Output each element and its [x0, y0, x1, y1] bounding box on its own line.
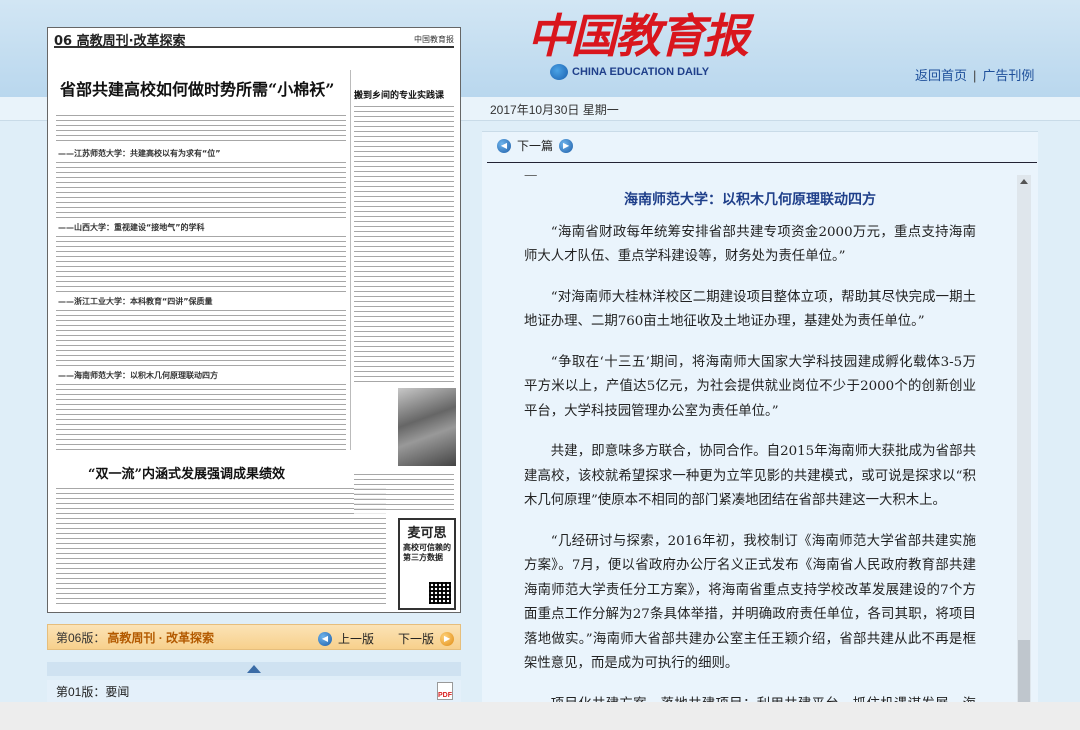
prev-page-label: 上一版 [338, 632, 375, 646]
section-heading-1[interactable]: ——江苏师范大学：共建高校以有为求有“位” [58, 148, 221, 159]
issue-date: 2017年10月30日 星期一 [490, 103, 619, 117]
text-column[interactable] [56, 382, 346, 450]
section-heading-3[interactable]: ——浙江工业大学：本科教育“四讲”保质量 [58, 296, 213, 307]
link-separator: | [973, 68, 977, 83]
home-link[interactable]: 返回首页 [915, 68, 967, 83]
text-column[interactable] [56, 308, 346, 366]
article-paragraph: “对海南师大桂林洋校区二期建设项目整体立项，帮助其尽快完成一期土地证办理、二期7… [524, 289, 976, 330]
globe-icon [550, 64, 568, 80]
side-text-column[interactable] [354, 472, 454, 514]
page-masthead: 中国教育报 [414, 34, 454, 44]
side-headline[interactable]: 搬到乡间的专业实践课 [354, 88, 444, 101]
pdf-icon[interactable]: PDF [437, 682, 453, 700]
article-paragraph: “争取在‘十三五’期间，将海南师大国家大学科技园建成孵化载体3-5万平方米以上，… [524, 354, 976, 419]
text-column[interactable] [56, 234, 346, 296]
current-page-bar: 第06版： 高教周刊 · 改革探索 ◀ 上一版 下一版 ▶ [47, 624, 461, 650]
page-label: 第06版： [56, 630, 106, 645]
next-article-label: 下一篇 [517, 139, 554, 153]
top-links: 返回首页 | 广告刊例 [915, 65, 1034, 84]
next-page-label: 下一版 [398, 632, 435, 646]
side-text-column[interactable] [354, 104, 454, 382]
arrow-right-icon: ▶ [559, 138, 574, 153]
logo-english-text: CHINA EDUCATION DAILY [572, 66, 710, 78]
arrow-left-icon: ◀ [318, 631, 332, 646]
page-list-item-label: 第01版：要闻 [56, 684, 130, 699]
qr-code-icon [429, 582, 451, 604]
article-paragraph: 共建，即意味多方联合，协同合作。自2015年海南师大获批成为省部共建高校，该校就… [524, 444, 976, 508]
site-logo[interactable]: 中国教育报 [527, 0, 749, 63]
article-heading: 海南师范大学：以积木几何原理联动四方 [624, 192, 876, 208]
article-content: 海南师范大学：以积木几何原理联动四方 “海南省财政每年统筹安排省部共建专项资金2… [524, 172, 976, 702]
scrollbar-thumb[interactable] [1018, 640, 1030, 705]
triangle-up-icon [247, 665, 261, 673]
text-column[interactable] [56, 113, 346, 143]
next-page-button[interactable]: 下一版 ▶ [398, 630, 455, 647]
page-list-scroll-up[interactable] [47, 662, 461, 676]
ad-body: 高校可信赖的第三方数据 [403, 543, 451, 562]
page-list-item[interactable]: 第01版：要闻 PDF [47, 680, 461, 702]
site-logo-english: CHINA EDUCATION DAILY [550, 62, 709, 82]
prev-page-button[interactable]: ◀ 上一版 [318, 630, 374, 647]
truncated-line [524, 172, 976, 184]
advertisement[interactable]: 麦可思 高校可信赖的第三方数据 [398, 518, 456, 610]
section-heading-4[interactable]: ——海南师范大学：以积木几何原理联动四方 [58, 370, 218, 381]
article-paragraph: “海南省财政每年统筹安排省部共建专项资金2000万元，重点支持海南师大人才队伍、… [524, 224, 976, 265]
text-column[interactable] [56, 160, 346, 218]
article-scrollbar[interactable] [1017, 175, 1031, 705]
article-headline[interactable]: 省部共建高校如何做时势所需“小棉袄” [60, 76, 334, 100]
arrow-left-icon: ◀ [497, 138, 511, 153]
arrow-right-icon: ▶ [440, 631, 455, 646]
newspaper-page-image[interactable]: 06 高教周刊·改革探索 中国教育报 省部共建高校如何做时势所需“小棉袄” 搬到… [47, 27, 461, 613]
divider [487, 162, 1037, 163]
page-header: 06 高教周刊·改革探索 中国教育报 [54, 32, 454, 49]
ad-title: 麦可思 [407, 526, 447, 541]
news-photo[interactable] [398, 388, 456, 466]
text-column[interactable] [56, 486, 386, 606]
article-paragraph: 项目化共建方案，落地共建项目；利用共建平台，抓住机遇谋发展。海南师大短时间内即获… [524, 693, 976, 703]
scroll-up-arrow-icon[interactable] [1020, 179, 1028, 184]
page-name: 高教周刊 · 改革探索 [107, 630, 215, 645]
section-heading-2[interactable]: ——山西大学：重视建设“接地气”的学科 [58, 222, 205, 233]
article-paragraph: “几经研讨与探索，2016年初，我校制订《海南师范大学省部共建实施方案》。7月，… [524, 533, 976, 672]
next-article-button[interactable]: ◀ 下一篇 ▶ [497, 137, 574, 154]
column-rule [350, 70, 351, 450]
page-number-title: 06 高教周刊·改革探索 [54, 33, 186, 49]
ads-link[interactable]: 广告刊例 [982, 68, 1034, 83]
browser-bottom-bar [0, 702, 1080, 730]
bottom-headline[interactable]: “双一流”内涵式发展强调成果绩效 [88, 463, 285, 482]
